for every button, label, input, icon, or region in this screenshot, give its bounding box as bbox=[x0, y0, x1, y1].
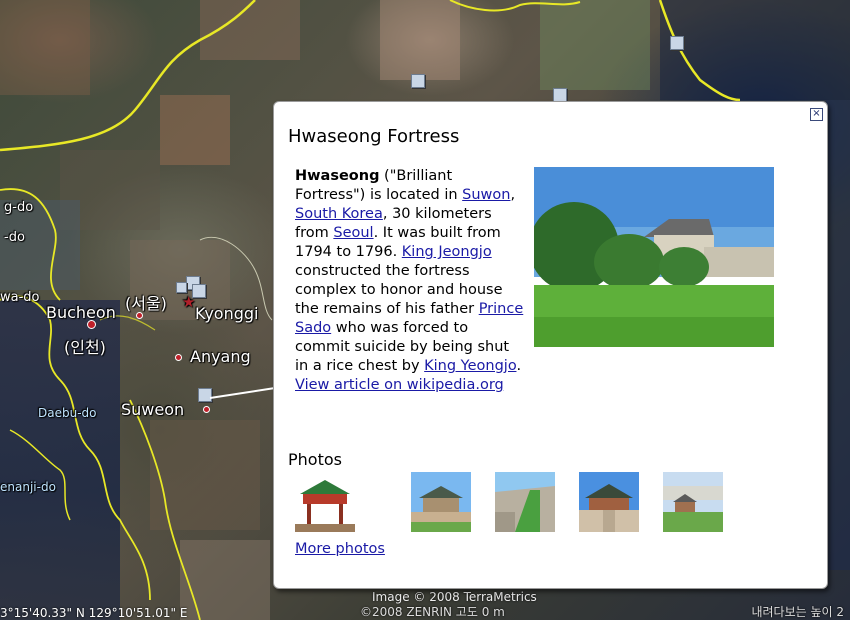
link-king-yeongjo[interactable]: King Yeongjo bbox=[424, 358, 516, 374]
photo-thumbnail[interactable] bbox=[663, 472, 723, 532]
link-suwon[interactable]: Suwon bbox=[462, 187, 510, 203]
more-photos-link[interactable]: More photos bbox=[295, 541, 385, 557]
imagery-attribution-2: ©2008 ZENRIN 고도 0 m bbox=[360, 605, 505, 619]
link-wikipedia-article[interactable]: View article on wikipedia.org bbox=[295, 377, 504, 393]
main-photo[interactable] bbox=[534, 167, 774, 347]
close-button[interactable]: × bbox=[810, 108, 823, 121]
coordinates-readout: 3°15'40.33" N 129°10'51.01" E bbox=[0, 606, 188, 620]
balloon-description: Hwaseong ("Brilliant Fortress") is locat… bbox=[295, 167, 525, 395]
balloon-title: Hwaseong Fortress bbox=[288, 126, 460, 147]
link-seoul[interactable]: Seoul bbox=[333, 225, 373, 241]
photo-thumbnail[interactable] bbox=[495, 472, 555, 532]
imagery-attribution: Image © 2008 TerraMetrics bbox=[372, 590, 537, 604]
photo-thumbnail[interactable] bbox=[295, 472, 355, 532]
photo-thumbnail[interactable] bbox=[411, 472, 471, 532]
description-text: . bbox=[516, 358, 522, 374]
description-bold: Hwaseong bbox=[295, 168, 380, 184]
description-text: , bbox=[510, 187, 516, 203]
description-text: constructed the fortress complex to hono… bbox=[295, 263, 503, 317]
link-south-korea[interactable]: South Korea bbox=[295, 206, 383, 222]
close-icon: × bbox=[812, 108, 821, 119]
link-king-jeongjo[interactable]: King Jeongjo bbox=[402, 244, 492, 260]
eye-altitude-readout: 내려다보는 높이 2 bbox=[751, 605, 844, 619]
photo-thumbnail[interactable] bbox=[579, 472, 639, 532]
info-balloon: × Hwaseong Fortress Hwaseong ("Brilliant… bbox=[273, 101, 828, 589]
photos-heading: Photos bbox=[288, 450, 342, 469]
